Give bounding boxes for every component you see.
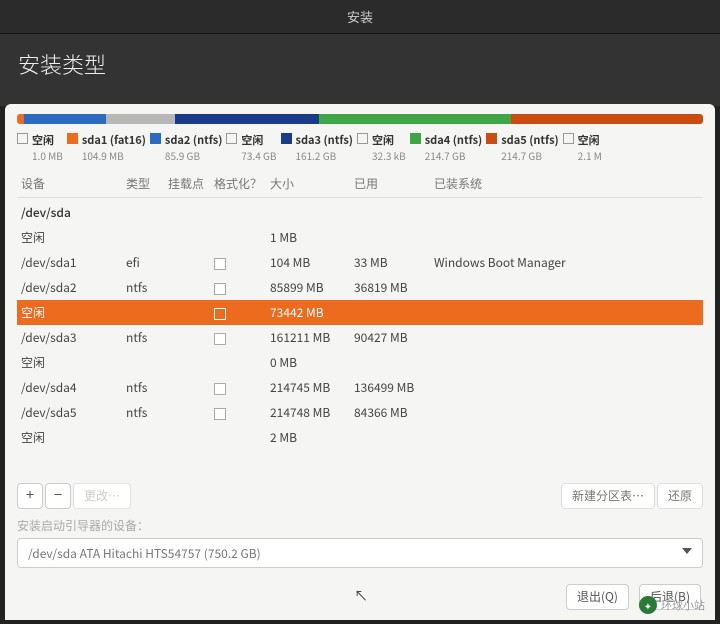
page-title: 安装类型 — [0, 34, 720, 106]
table-row[interactable]: 空闲 2 MB — [17, 425, 703, 450]
legend-swatch-icon — [17, 133, 28, 144]
bootloader-label: 安装启动引导器的设备： — [17, 517, 703, 534]
revert-button[interactable]: 还原 — [657, 483, 703, 509]
partition-legend: 空闲1.0 MB sda1 (fat16)104.9 MB sda2 (ntfs… — [17, 132, 703, 164]
format-checkbox[interactable] — [214, 258, 226, 270]
legend-item: 空闲1.0 MB — [17, 132, 63, 164]
remove-partition-button[interactable]: − — [45, 483, 71, 509]
quit-button[interactable]: 退出(Q) — [566, 584, 629, 610]
col-format: 格式化？ — [210, 170, 266, 198]
table-row[interactable]: /dev/sda2ntfs 85899 MB36819 MB — [17, 275, 703, 300]
partition-usage-bar — [17, 114, 703, 124]
back-button[interactable]: 后退(B) — [639, 584, 701, 610]
legend-item: 空闲73.4 GB — [226, 132, 276, 164]
table-row[interactable]: /dev/sda5ntfs 214748 MB84366 MB — [17, 400, 703, 425]
legend-item: sda2 (ntfs)85.9 GB — [150, 132, 222, 164]
col-device: 设备 — [17, 170, 122, 198]
legend-swatch-icon — [226, 133, 237, 144]
col-type: 类型 — [122, 170, 164, 198]
add-partition-button[interactable]: + — [17, 483, 43, 509]
legend-swatch-icon — [281, 133, 292, 144]
legend-item: sda4 (ntfs)214.7 GB — [410, 132, 482, 164]
table-row[interactable]: 空闲 1 MB — [17, 225, 703, 250]
cursor-icon: ↖ — [354, 586, 368, 606]
legend-swatch-icon — [150, 133, 161, 144]
partition-table[interactable]: 设备 类型 挂载点 格式化？ 大小 已用 已装系统 /dev/sda 空闲 1 … — [17, 170, 703, 450]
legend-item: sda1 (fat16)104.9 MB — [67, 132, 146, 164]
table-row[interactable]: /dev/sda3ntfs 161211 MB90427 MB — [17, 325, 703, 350]
legend-swatch-icon — [410, 133, 421, 144]
col-used: 已用 — [350, 170, 430, 198]
legend-item: 空闲32.3 kB — [357, 132, 406, 164]
col-mount: 挂载点 — [164, 170, 210, 198]
table-row-selected[interactable]: 空闲 73442 MB — [17, 300, 703, 325]
table-row[interactable]: /dev/sda1efi 104 MB33 MBWindows Boot Man… — [17, 250, 703, 275]
col-system: 已装系统 — [430, 170, 703, 198]
legend-swatch-icon — [67, 133, 78, 144]
format-checkbox[interactable] — [214, 283, 226, 295]
format-checkbox[interactable] — [214, 333, 226, 345]
new-partition-table-button[interactable]: 新建分区表… — [561, 483, 655, 509]
legend-item: sda5 (ntfs)214.7 GB — [486, 132, 558, 164]
table-header-row: 设备 类型 挂载点 格式化？ 大小 已用 已装系统 — [17, 170, 703, 198]
legend-swatch-icon — [486, 133, 497, 144]
col-size: 大小 — [266, 170, 350, 198]
change-partition-button[interactable]: 更改… — [73, 483, 131, 509]
window-title: 安装 — [0, 0, 720, 34]
chevron-down-icon — [682, 548, 692, 554]
legend-swatch-icon — [563, 133, 574, 144]
legend-swatch-icon — [357, 133, 368, 144]
legend-item: sda3 (ntfs)161.2 GB — [281, 132, 353, 164]
format-checkbox[interactable] — [214, 308, 226, 320]
legend-item: 空闲2.1 M — [563, 132, 602, 164]
partition-panel: 空闲1.0 MB sda1 (fat16)104.9 MB sda2 (ntfs… — [5, 104, 715, 620]
table-row[interactable]: /dev/sda4ntfs 214745 MB136499 MB — [17, 375, 703, 400]
format-checkbox[interactable] — [214, 383, 226, 395]
table-row[interactable]: 空闲 0 MB — [17, 350, 703, 375]
bootloader-device-select[interactable]: /dev/sda ATA Hitachi HTS54757 (750.2 GB) — [17, 538, 703, 568]
format-checkbox[interactable] — [214, 408, 226, 420]
table-row[interactable]: /dev/sda — [17, 198, 703, 226]
